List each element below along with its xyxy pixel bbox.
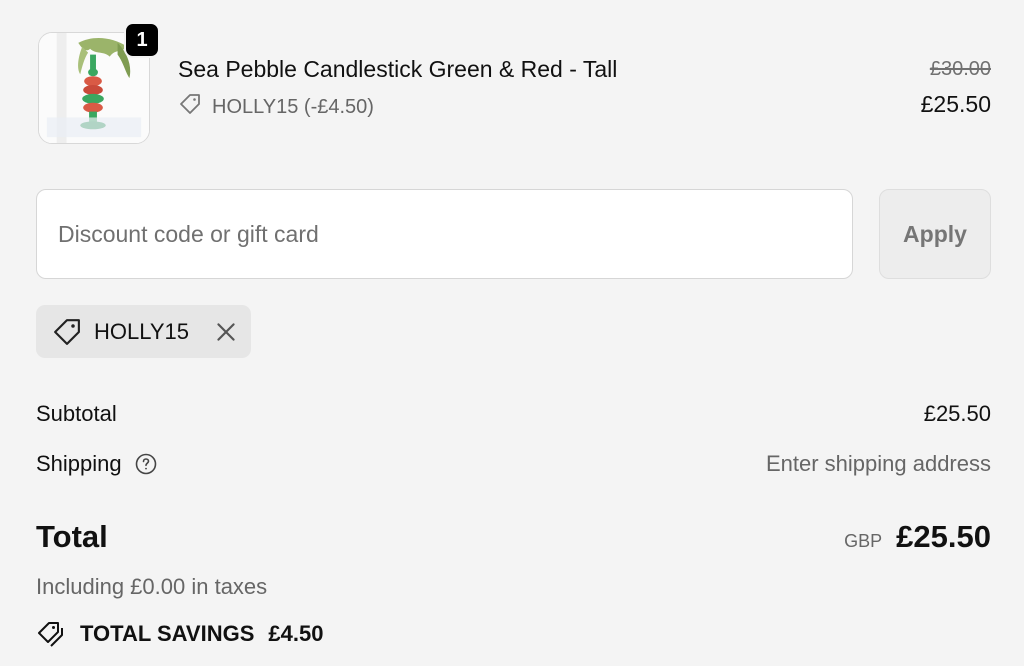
- savings-label: TOTAL SAVINGS: [80, 621, 255, 646]
- shipping-row-label: Shipping: [36, 451, 158, 477]
- total-savings: TOTAL SAVINGS £4.50: [36, 619, 323, 649]
- product-name: Sea Pebble Candlestick Green & Red - Tal…: [178, 56, 618, 82]
- apply-button[interactable]: Apply: [879, 189, 991, 279]
- tag-icon: [52, 317, 82, 347]
- shipping-label: Shipping: [36, 451, 122, 476]
- total-amount: GBP £25.50: [844, 519, 991, 555]
- item-price: £25.50: [920, 91, 991, 117]
- currency-code: GBP: [844, 531, 883, 551]
- item-discount-text: HOLLY15 (-£4.50): [212, 95, 374, 118]
- help-circle-icon[interactable]: [134, 452, 158, 476]
- shipping-value: Enter shipping address: [765, 451, 991, 476]
- tag-icon: [178, 92, 202, 122]
- discount-code-input[interactable]: [36, 189, 853, 279]
- savings-value: £4.50: [268, 621, 324, 646]
- applied-code-label: HOLLY15: [94, 318, 189, 344]
- quantity-badge: 1: [124, 22, 160, 58]
- applied-discount-chip: HOLLY15: [36, 305, 251, 358]
- total-label: Total: [36, 519, 108, 554]
- taxes-note: Including £0.00 in taxes: [36, 574, 268, 599]
- subtotal-value: £25.50: [923, 401, 991, 426]
- original-price: £30.00: [929, 58, 991, 80]
- item-discount: HOLLY15 (-£4.50): [178, 92, 374, 122]
- tags-icon: [36, 619, 66, 649]
- total-value: £25.50: [896, 519, 991, 554]
- line-item: 1 Sea Pebble Candlestick Green & Red - T…: [36, 22, 991, 146]
- subtotal-label: Subtotal: [36, 401, 117, 426]
- close-icon[interactable]: [213, 319, 239, 345]
